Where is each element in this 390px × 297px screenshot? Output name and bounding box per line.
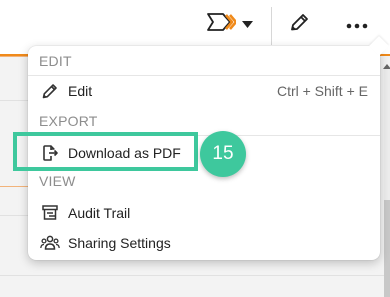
export-file-icon [40, 143, 60, 163]
background-divider [0, 100, 30, 101]
edit-toolbar-button[interactable] [286, 11, 312, 39]
menu-item-label: Sharing Settings [68, 235, 171, 251]
more-horizontal-icon [346, 16, 368, 34]
section-header-view: VIEW [39, 173, 76, 189]
menu-item-audit-trail[interactable]: Audit Trail [28, 199, 380, 227]
pencil-icon [288, 12, 310, 39]
scrollbar-thumb[interactable] [384, 200, 390, 297]
sharing-users-icon [40, 233, 60, 253]
workflow-chevron-icon [206, 12, 237, 37]
background-divider [0, 215, 30, 216]
menu-divider [28, 135, 380, 136]
scroll-up-arrow-icon[interactable] [383, 64, 390, 69]
workflow-status-button[interactable] [201, 11, 257, 37]
section-header-edit: EDIT [39, 53, 72, 69]
keyboard-shortcut: Ctrl + Shift + E [276, 83, 368, 99]
background-accent-line [0, 56, 30, 57]
menu-item-label: Audit Trail [68, 205, 131, 221]
menu-item-sharing-settings[interactable]: Sharing Settings [28, 229, 380, 257]
more-options-button[interactable] [342, 12, 372, 38]
caret-down-icon [241, 15, 253, 33]
background-accent-line [0, 186, 30, 187]
pencil-icon [40, 81, 60, 101]
menu-item-edit[interactable]: Edit Ctrl + Shift + E [28, 77, 380, 105]
page: EDIT Edit Ctrl + Shift + E EXPORT Downlo… [0, 0, 390, 297]
step-number-badge: 15 [200, 131, 246, 177]
background-divider [0, 275, 384, 276]
toolbar-divider [271, 7, 272, 45]
section-header-export: EXPORT [39, 113, 98, 129]
menu-divider [28, 75, 380, 76]
audit-trail-icon [40, 203, 60, 223]
